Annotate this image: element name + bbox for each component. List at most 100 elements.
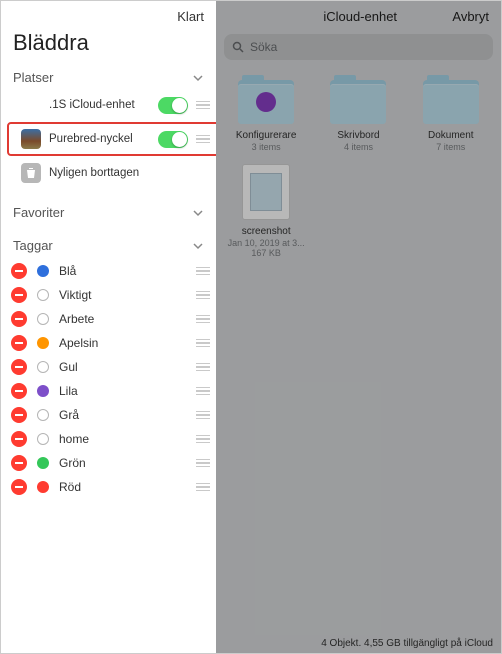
tag-row[interactable]: Grön bbox=[1, 451, 216, 475]
toggle-switch[interactable] bbox=[158, 97, 188, 114]
tag-row[interactable]: Gul bbox=[1, 355, 216, 379]
drag-handle-icon[interactable] bbox=[196, 267, 210, 276]
item-subtitle: 7 items bbox=[436, 142, 465, 152]
tag-color-dot bbox=[37, 385, 49, 397]
trash-icon bbox=[21, 163, 41, 183]
item-subtitle: Jan 10, 2019 at 3... bbox=[228, 238, 305, 248]
footer-status: 4 Objekt. 4,55 GB tillgängligt på iCloud bbox=[216, 634, 501, 653]
chevron-down-icon bbox=[192, 240, 204, 252]
chevron-down-icon bbox=[192, 72, 204, 84]
delete-tag-button[interactable] bbox=[11, 359, 27, 375]
tag-name: Blå bbox=[59, 264, 192, 278]
tag-color-dot bbox=[37, 481, 49, 493]
tag-name: Grön bbox=[59, 456, 192, 470]
tag-name: Viktigt bbox=[59, 288, 192, 302]
section-favoriter[interactable]: Favoriter bbox=[1, 199, 216, 226]
tag-row[interactable]: Viktigt bbox=[1, 283, 216, 307]
drag-handle-icon[interactable] bbox=[196, 315, 210, 324]
cancel-button[interactable]: Avbryt bbox=[452, 9, 489, 24]
drag-handle-icon[interactable] bbox=[196, 459, 210, 468]
tag-name: Gul bbox=[59, 360, 192, 374]
section-taggar[interactable]: Taggar bbox=[1, 232, 216, 259]
tag-color-dot bbox=[37, 337, 49, 349]
folder-item[interactable]: Dokument7 items bbox=[405, 76, 497, 156]
tag-row[interactable]: Lila bbox=[1, 379, 216, 403]
item-subtitle2: 167 KB bbox=[251, 248, 281, 258]
delete-tag-button[interactable] bbox=[11, 287, 27, 303]
delete-tag-button[interactable] bbox=[11, 407, 27, 423]
item-subtitle: 4 items bbox=[344, 142, 373, 152]
tag-list: Blå Viktigt Arbete Apelsin Gul Lila Grå home Grö… bbox=[1, 259, 216, 499]
folder-icon bbox=[238, 80, 294, 124]
item-subtitle: 3 items bbox=[252, 142, 281, 152]
browse-sidebar: Klart Bläddra Platser .1S iCloud-enhet P… bbox=[1, 1, 216, 653]
tag-row[interactable]: Arbete bbox=[1, 307, 216, 331]
tag-row[interactable]: Grå bbox=[1, 403, 216, 427]
main-title: iCloud-enhet bbox=[268, 9, 452, 24]
purebred-app-icon bbox=[21, 129, 41, 149]
section-label: Platser bbox=[13, 70, 53, 85]
item-label: Dokument bbox=[428, 130, 474, 142]
folder-item[interactable]: Skrivbord4 items bbox=[312, 76, 404, 156]
delete-tag-button[interactable] bbox=[11, 383, 27, 399]
item-label: screenshot bbox=[242, 226, 291, 238]
tag-name: Arbete bbox=[59, 312, 192, 326]
drag-handle-icon[interactable] bbox=[196, 101, 210, 110]
file-icon bbox=[242, 164, 290, 220]
tag-name: Röd bbox=[59, 480, 192, 494]
drag-handle-icon[interactable] bbox=[196, 291, 210, 300]
delete-tag-button[interactable] bbox=[11, 479, 27, 495]
section-platser[interactable]: Platser bbox=[1, 64, 216, 91]
location-row-icloud[interactable]: .1S iCloud-enhet bbox=[1, 91, 216, 119]
drag-handle-icon[interactable] bbox=[196, 483, 210, 492]
search-field[interactable]: Söka bbox=[224, 34, 493, 60]
blank-icon bbox=[21, 95, 41, 115]
delete-tag-button[interactable] bbox=[11, 263, 27, 279]
tag-color-dot bbox=[37, 361, 49, 373]
tag-color-dot bbox=[37, 313, 49, 325]
folder-icon bbox=[423, 80, 479, 124]
tag-row[interactable]: Blå bbox=[1, 259, 216, 283]
tag-row[interactable]: Röd bbox=[1, 475, 216, 499]
tag-color-dot bbox=[37, 289, 49, 301]
item-label: Skrivbord bbox=[337, 130, 379, 142]
tag-color-dot bbox=[37, 265, 49, 277]
location-name: Nyligen borttagen bbox=[41, 167, 210, 179]
toggle-switch[interactable] bbox=[158, 131, 188, 148]
item-label: Konfigurerare bbox=[236, 130, 297, 142]
drag-handle-icon[interactable] bbox=[196, 411, 210, 420]
drag-handle-icon[interactable] bbox=[196, 135, 210, 144]
location-name: .1S iCloud-enhet bbox=[41, 99, 158, 111]
drag-handle-icon[interactable] bbox=[196, 435, 210, 444]
tag-color-dot bbox=[37, 457, 49, 469]
folder-icon bbox=[330, 80, 386, 124]
folder-item[interactable]: Konfigurerare3 items bbox=[220, 76, 312, 156]
delete-tag-button[interactable] bbox=[11, 311, 27, 327]
file-grid: Konfigurerare3 itemsSkrivbord4 itemsDoku… bbox=[216, 68, 501, 270]
main-panel: iCloud-enhet Avbryt Söka Konfigurerare3 … bbox=[216, 1, 501, 653]
drag-handle-icon[interactable] bbox=[196, 387, 210, 396]
tag-row[interactable]: home bbox=[1, 427, 216, 451]
search-icon bbox=[232, 41, 244, 53]
sidebar-title: Bläddra bbox=[1, 26, 216, 64]
file-item[interactable]: screenshotJan 10, 2019 at 3...167 KB bbox=[220, 160, 312, 262]
search-placeholder: Söka bbox=[250, 40, 277, 54]
tag-name: Grå bbox=[59, 408, 192, 422]
location-row-purebred[interactable]: Purebred-nyckel bbox=[1, 125, 216, 153]
done-button[interactable]: Klart bbox=[177, 9, 204, 24]
section-label: Taggar bbox=[13, 238, 53, 253]
tag-row[interactable]: Apelsin bbox=[1, 331, 216, 355]
drag-handle-icon[interactable] bbox=[196, 339, 210, 348]
tag-color-dot bbox=[37, 433, 49, 445]
delete-tag-button[interactable] bbox=[11, 455, 27, 471]
tag-name: Apelsin bbox=[59, 336, 192, 350]
delete-tag-button[interactable] bbox=[11, 335, 27, 351]
location-row-recently-deleted[interactable]: Nyligen borttagen bbox=[1, 159, 216, 187]
tag-name: Lila bbox=[59, 384, 192, 398]
section-label: Favoriter bbox=[13, 205, 64, 220]
tag-color-dot bbox=[37, 409, 49, 421]
drag-handle-icon[interactable] bbox=[196, 363, 210, 372]
delete-tag-button[interactable] bbox=[11, 431, 27, 447]
tag-name: home bbox=[59, 432, 192, 446]
chevron-down-icon bbox=[192, 207, 204, 219]
